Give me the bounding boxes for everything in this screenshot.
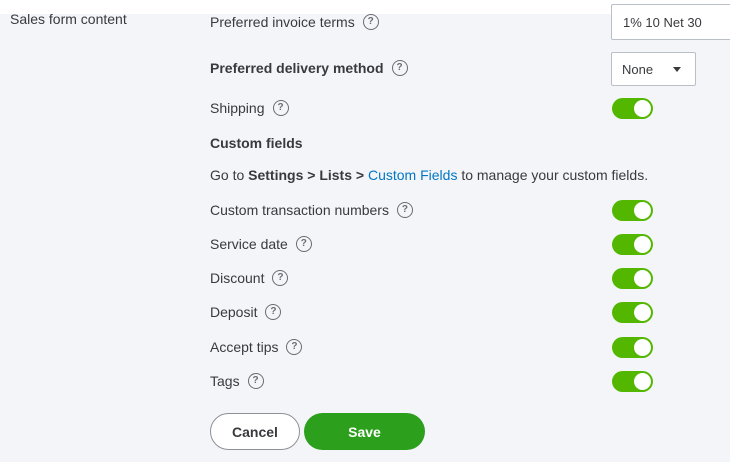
help-icon[interactable]: ? xyxy=(272,270,289,286)
toggle-label: Discount xyxy=(210,270,265,286)
cancel-button[interactable]: Cancel xyxy=(210,413,300,450)
help-icon[interactable]: ? xyxy=(247,373,264,389)
shipping-row: Shipping ? xyxy=(210,100,289,116)
service-date-toggle[interactable] xyxy=(612,234,653,255)
help-icon[interactable]: ? xyxy=(396,202,413,218)
deposit-toggle[interactable] xyxy=(612,302,653,323)
accept-tips-toggle[interactable] xyxy=(612,337,653,358)
shipping-label: Shipping xyxy=(210,100,265,116)
toggle-label: Tags xyxy=(210,373,240,389)
help-icon[interactable]: ? xyxy=(391,60,408,76)
invoice-terms-field[interactable]: 1% 10 Net 30 xyxy=(611,4,730,40)
toggle-label: Deposit xyxy=(210,304,258,320)
shipping-toggle[interactable] xyxy=(612,98,653,119)
toggle-row-tags: Tags ? xyxy=(210,373,264,389)
info-path: Settings > Lists > xyxy=(248,167,368,183)
custom-fields-info: Go to Settings > Lists > Custom Fields t… xyxy=(210,167,648,183)
toggle-knob xyxy=(634,339,651,356)
delivery-method-value: None xyxy=(622,61,654,77)
caret-down-icon xyxy=(673,67,681,72)
help-icon[interactable]: ? xyxy=(286,339,303,355)
toggle-label: Accept tips xyxy=(210,339,279,355)
invoice-terms-row: Preferred invoice terms ? xyxy=(210,14,379,30)
save-button[interactable]: Save xyxy=(304,413,425,450)
toggle-row-custom-transaction-numbers: Custom transaction numbers ? xyxy=(210,202,413,218)
invoice-terms-label: Preferred invoice terms xyxy=(210,14,355,30)
toggle-knob xyxy=(634,100,651,117)
invoice-terms-value: 1% 10 Net 30 xyxy=(623,14,702,30)
custom-transaction-numbers-toggle[interactable] xyxy=(612,200,653,221)
toggle-row-accept-tips: Accept tips ? xyxy=(210,339,303,355)
toggle-row-discount: Discount ? xyxy=(210,270,289,286)
toggle-label: Service date xyxy=(210,236,288,252)
custom-fields-heading: Custom fields xyxy=(210,135,303,151)
delivery-method-select[interactable]: None xyxy=(611,52,696,86)
delivery-method-row: Preferred delivery method ? xyxy=(210,60,408,76)
help-icon[interactable]: ? xyxy=(272,100,289,116)
toggle-knob xyxy=(634,270,651,287)
toggle-row-deposit: Deposit ? xyxy=(210,304,282,320)
toggle-knob xyxy=(634,236,651,253)
delivery-method-label: Preferred delivery method xyxy=(210,60,384,76)
custom-fields-link[interactable]: Custom Fields xyxy=(368,167,457,183)
discount-toggle[interactable] xyxy=(612,268,653,289)
toggle-row-service-date: Service date ? xyxy=(210,236,312,252)
help-icon[interactable]: ? xyxy=(295,236,312,252)
section-label: Sales form content xyxy=(10,11,127,27)
toggle-knob xyxy=(634,202,651,219)
tags-toggle[interactable] xyxy=(612,371,653,392)
info-suffix: to manage your custom fields. xyxy=(457,167,649,183)
toggle-knob xyxy=(634,373,651,390)
help-icon[interactable]: ? xyxy=(362,14,379,30)
help-icon[interactable]: ? xyxy=(265,304,282,320)
toggle-label: Custom transaction numbers xyxy=(210,202,389,218)
toggle-knob xyxy=(634,304,651,321)
info-prefix: Go to xyxy=(210,167,249,183)
